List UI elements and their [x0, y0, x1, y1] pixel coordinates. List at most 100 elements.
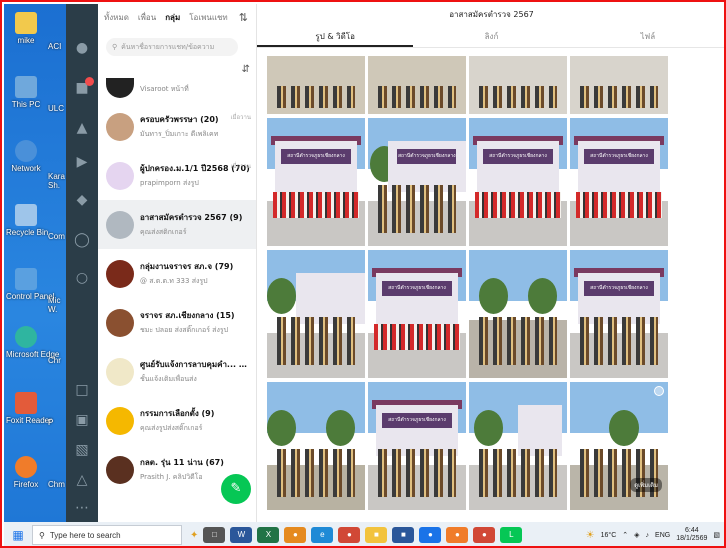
- word-icon[interactable]: W: [230, 527, 253, 543]
- photo-thumbnail[interactable]: [267, 250, 365, 378]
- windows-icon: ▦: [12, 528, 24, 542]
- edge-taskbar-icon[interactable]: e: [311, 527, 334, 543]
- chat-item[interactable]: ศูนย์รับแจ้งการลาบคุมคำ... (34) ชั้นแจ้งเ…: [98, 347, 256, 396]
- desktop-icon-edge[interactable]: Microsoft Edge: [6, 326, 59, 359]
- more-icon[interactable]: ⋯: [74, 500, 90, 516]
- taskbar-search-placeholder: Type here to search: [49, 530, 121, 540]
- photo-thumbnail[interactable]: สถานีตำรวจภูธรเชียงกลาง: [570, 118, 668, 246]
- chrome-taskbar-icon[interactable]: ●: [473, 527, 496, 543]
- select-checkbox[interactable]: [654, 386, 664, 396]
- chat-item[interactable]: ครอบครัวพรรษา (20) มันทาร_ปิ่มเกาะ ดีเพลิ…: [98, 102, 256, 151]
- avatar: [106, 161, 134, 190]
- desktop-label[interactable]: Chr: [48, 356, 66, 365]
- bookmark-icon[interactable]: ▧: [74, 442, 90, 458]
- chrome-icon[interactable]: ●: [338, 527, 361, 543]
- desktop-label[interactable]: Mic W.: [48, 296, 66, 314]
- chat-icon[interactable]: ■: [74, 77, 94, 96]
- chat-item[interactable]: กลุ่มงานจราจร สภ.จ (79) @ ส.ต.ต.ท 333 ส่ง…: [98, 249, 256, 298]
- tab-all[interactable]: ทั้งหมด: [104, 11, 129, 24]
- photos-icon[interactable]: ●: [284, 527, 307, 543]
- desktop-icon-control-panel[interactable]: Control Panel: [6, 268, 54, 301]
- desktop-icon-this-pc[interactable]: This PC: [6, 76, 46, 109]
- tab-groups[interactable]: กลุ่ม: [165, 11, 180, 24]
- store-icon[interactable]: ■: [392, 527, 415, 543]
- tab-photos-videos[interactable]: รูป & วิดีโอ: [257, 26, 414, 47]
- tab-links[interactable]: ลิงก์: [413, 26, 569, 47]
- chat-search-input[interactable]: ⚲ ค้นหาชื่อรายการแชท/ข้อความ: [106, 38, 238, 56]
- line-taskbar-icon[interactable]: L: [500, 527, 523, 543]
- photo-thumbnail[interactable]: [469, 250, 567, 378]
- photo-thumbnail[interactable]: [570, 56, 668, 114]
- taskbar-search-input[interactable]: ⚲ Type here to search: [32, 525, 182, 545]
- photo-thumbnail[interactable]: สถานีตำรวจภูธรเชียงกลาง: [267, 118, 365, 246]
- widgets-icon[interactable]: ✦: [190, 530, 198, 541]
- edit-list-icon[interactable]: ⇅: [239, 11, 248, 24]
- excel-icon[interactable]: X: [257, 527, 280, 543]
- firefox-taskbar-icon[interactable]: ●: [446, 527, 469, 543]
- search-icon: ⚲: [112, 43, 118, 51]
- chat-name: ศูนย์รับแจ้งการลาบคุมคำ... (34): [140, 360, 250, 369]
- control-panel-icon: [15, 268, 37, 290]
- tab-files[interactable]: ไฟล์: [570, 26, 724, 47]
- call-icon[interactable]: ◯: [74, 232, 90, 248]
- photo-thumbnail[interactable]: สถานีตำรวจภูธรเชียงกลาง: [469, 118, 567, 246]
- explorer-icon[interactable]: ■: [365, 527, 388, 543]
- new-chat-button[interactable]: ✎: [221, 474, 251, 504]
- desktop-label[interactable]: ULC: [48, 104, 66, 113]
- task-view-icon[interactable]: □: [203, 527, 226, 543]
- photo-thumbnail[interactable]: ดูเพิ่มเติม: [570, 382, 668, 510]
- photo-thumbnail[interactable]: [368, 56, 466, 114]
- chat-item[interactable]: Visaroot หน้าที่: [98, 74, 256, 102]
- view-more-label[interactable]: ดูเพิ่มเติม: [630, 478, 662, 492]
- photo-thumbnail[interactable]: สถานีตำรวจภูธรเชียงกลาง: [570, 250, 668, 378]
- chat-filter-tabs: ทั้งหมด เพื่อน กลุ่ม โอเพนแชท ⇅: [98, 4, 256, 30]
- network-tray-icon[interactable]: ◈: [634, 531, 639, 539]
- clock[interactable]: 6:44 18/1/2569: [676, 527, 707, 543]
- album-tabs: รูป & วิดีโอ ลิงก์ ไฟล์: [257, 26, 724, 48]
- desktop-label[interactable]: ACI: [48, 42, 66, 51]
- desktop-label[interactable]: Kara Sh.: [48, 172, 66, 190]
- desktop-icon-mike[interactable]: mike: [6, 12, 46, 45]
- chat-preview: Visaroot หน้าที่: [140, 85, 189, 93]
- desktop-label[interactable]: Chm: [48, 480, 66, 489]
- photo-thumbnail[interactable]: [469, 56, 567, 114]
- photo-thumbnail[interactable]: สถานีตำรวจภูธรเชียงกลาง: [368, 118, 466, 246]
- chat-item[interactable]: จราจร สภ.เชียงกลาง (15) ชมะ ปลอย ส่งสติ๊ก…: [98, 298, 256, 347]
- chat-item[interactable]: ผู้ปกครอง.ม.1/1 ปี2568 (70) prapimporn ส่…: [98, 151, 256, 200]
- chat-item-selected[interactable]: อาสาสมัครตำรวจ 2567 (9) คุณส่งสติกเกอร์: [98, 200, 256, 249]
- friends-icon[interactable]: ▲: [74, 120, 90, 136]
- chat-name: กลุ่มงานจราจร สภ.จ (79): [140, 262, 234, 271]
- desktop-label[interactable]: Com: [48, 232, 66, 241]
- tab-friends[interactable]: เพื่อน: [138, 11, 156, 24]
- desktop-icon-recycle-bin[interactable]: Recycle Bin: [6, 204, 48, 237]
- voom-icon[interactable]: ▶: [74, 154, 90, 170]
- avatar: [106, 78, 134, 98]
- photo-thumbnail[interactable]: [267, 56, 365, 114]
- app-icon[interactable]: ●: [419, 527, 442, 543]
- weather-temp[interactable]: 16°C: [601, 532, 617, 539]
- language-indicator[interactable]: ENG: [655, 532, 670, 539]
- line-icon[interactable]: ○: [74, 270, 90, 286]
- chat-item[interactable]: กรรมการเลือกตั้ง (9) คุณส่งรูปส่งสติ๊กเกอ…: [98, 396, 256, 445]
- add-icon[interactable]: □: [74, 382, 90, 398]
- weather-icon[interactable]: ☀: [586, 530, 595, 541]
- notifications-icon[interactable]: ▧: [713, 531, 720, 539]
- photo-thumbnail[interactable]: [267, 382, 365, 510]
- start-button[interactable]: ▦: [4, 528, 32, 542]
- desktop-icon-firefox[interactable]: Firefox: [6, 456, 46, 489]
- photo-thumbnail[interactable]: [469, 382, 567, 510]
- desktop-icon-network[interactable]: Network: [6, 140, 46, 173]
- crop-icon[interactable]: ▣: [74, 412, 90, 428]
- desktop-label[interactable]: P: [48, 418, 66, 427]
- openchat-icon[interactable]: ◆: [74, 192, 90, 208]
- photo-thumbnail[interactable]: สถานีตำรวจภูธรเชียงกลาง: [368, 382, 466, 510]
- desktop-icon-foxit[interactable]: Foxit Reader: [6, 392, 52, 425]
- notification-icon[interactable]: △: [74, 472, 90, 488]
- tab-openchat[interactable]: โอเพนแชท: [189, 11, 227, 24]
- chevron-up-icon[interactable]: ⌃: [622, 531, 628, 539]
- profile-icon[interactable]: ●: [74, 40, 90, 56]
- station-sign: สถานีตำรวจภูธรเชียงกลาง: [280, 148, 352, 165]
- photo-thumbnail[interactable]: สถานีตำรวจภูธรเชียงกลาง: [368, 250, 466, 378]
- chat-name: กรรมการเลือกตั้ง (9): [140, 409, 215, 418]
- volume-icon[interactable]: ♪: [646, 532, 650, 539]
